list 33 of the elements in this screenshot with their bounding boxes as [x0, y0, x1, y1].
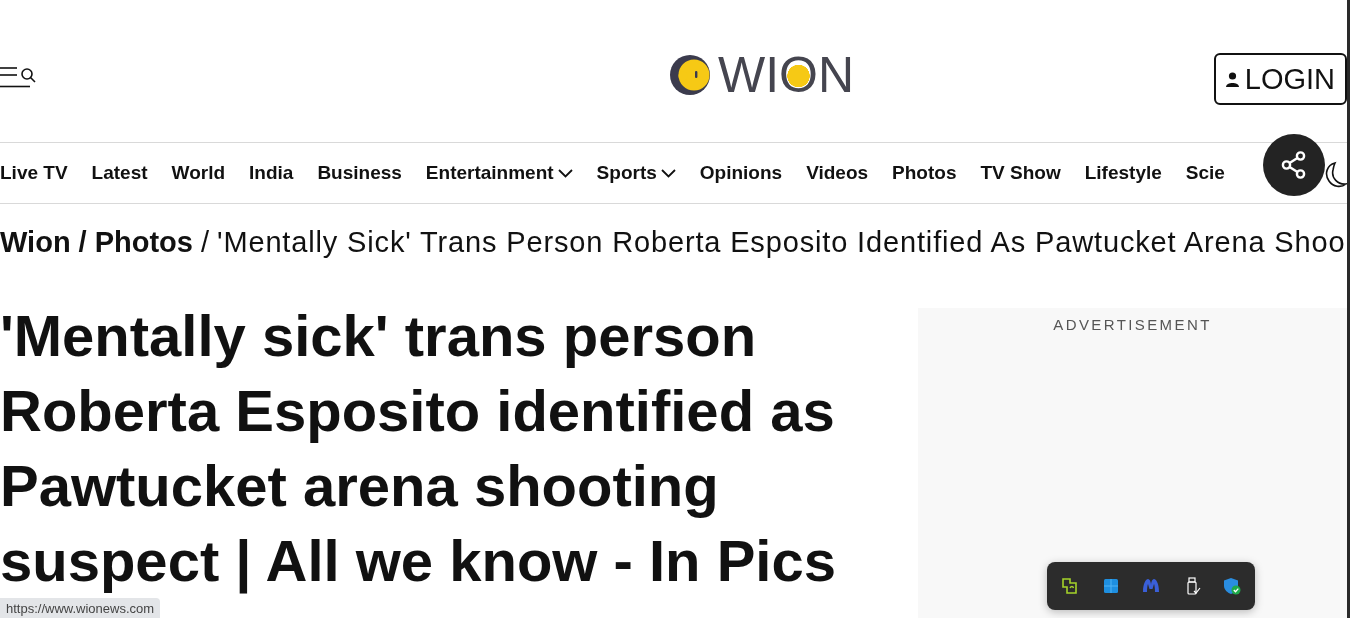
window-tile-icon[interactable]: [1101, 577, 1120, 595]
nav-link[interactable]: Videos: [806, 162, 869, 184]
nav-link[interactable]: Live TV: [0, 162, 68, 184]
ad-label: ADVERTISEMENT: [1053, 316, 1212, 333]
nav-dropdown[interactable]: Sports: [596, 162, 676, 184]
login-button[interactable]: LOGIN: [1213, 53, 1347, 105]
breadcrumb-separator: /: [78, 225, 87, 259]
nav-link[interactable]: Business: [317, 162, 402, 184]
share-icon: [1281, 151, 1307, 179]
chevron-down-icon: [557, 168, 573, 178]
nav-link[interactable]: TV Show: [980, 162, 1061, 184]
nav-link[interactable]: Latest: [91, 162, 148, 184]
plug-outline-icon[interactable]: [1061, 577, 1079, 595]
user-icon: [1225, 71, 1239, 87]
nav-link[interactable]: World: [171, 162, 226, 184]
chevron-down-icon: [660, 168, 676, 178]
breadcrumb-link[interactable]: Photos: [94, 225, 193, 259]
m-shape-icon[interactable]: [1142, 577, 1160, 595]
breadcrumb-separator: /: [200, 225, 209, 259]
status-url: https://www.wionews.com: [0, 598, 161, 618]
article-headline: 'Mentally sick' trans person Roberta Esposito identified as Pawtucket arena shooting suspect | All we know - In Pics: [0, 302, 837, 596]
nav-link[interactable]: India: [249, 162, 294, 184]
nav-link[interactable]: Scie: [1185, 162, 1225, 184]
menu-search-icon: [0, 66, 36, 88]
logo-emblem-icon: [670, 55, 710, 95]
nav-link[interactable]: Lifestyle: [1084, 162, 1162, 184]
breadcrumb-link[interactable]: Wion: [0, 225, 71, 259]
menu-button[interactable]: [0, 66, 36, 88]
nav-link[interactable]: Photos: [892, 162, 957, 184]
nav-link[interactable]: Opinions: [699, 162, 783, 184]
breadcrumb-current: 'Mentally Sick' Trans Person Roberta Esposito Identified As Pawtucket Arena Shoo: [217, 225, 1346, 259]
shield-check-icon[interactable]: [1223, 577, 1241, 595]
nav-dropdown[interactable]: Entertainment: [425, 162, 573, 184]
